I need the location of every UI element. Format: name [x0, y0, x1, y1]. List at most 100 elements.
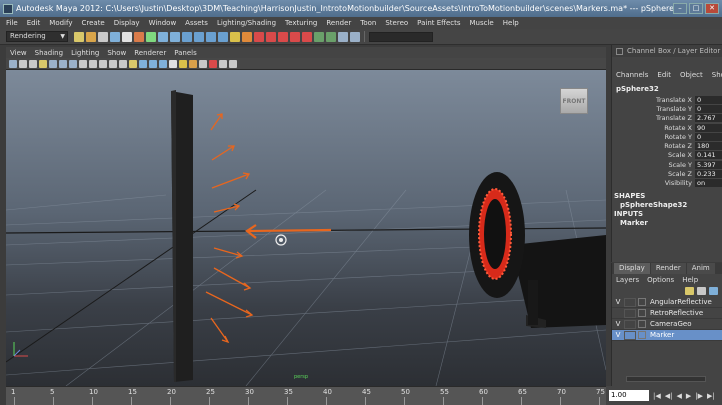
- panel-menu-shading[interactable]: Shading: [35, 49, 63, 57]
- menu-muscle[interactable]: Muscle: [470, 19, 494, 27]
- attribute-value-field[interactable]: 0: [695, 95, 722, 104]
- view-cube[interactable]: FRONT: [560, 88, 588, 114]
- attribute-row[interactable]: Scale Z 0.233: [612, 169, 722, 179]
- menu-render[interactable]: Render: [326, 19, 351, 27]
- layer-row[interactable]: V CameraGeo: [612, 319, 722, 330]
- attribute-value-field[interactable]: 2.767: [695, 114, 722, 123]
- move-layer-up-icon[interactable]: [685, 287, 694, 295]
- layer-color-swatch[interactable]: [638, 331, 646, 339]
- new-layer-icon[interactable]: [697, 287, 706, 295]
- panel-tool-icon[interactable]: [89, 59, 97, 68]
- layer-menu-options[interactable]: Options: [647, 276, 674, 284]
- cb-menu-edit[interactable]: Edit: [657, 71, 671, 79]
- layer-row[interactable]: V Marker: [612, 330, 722, 341]
- current-frame-field[interactable]: 1.00: [609, 390, 649, 401]
- panel-menu-lighting[interactable]: Lighting: [71, 49, 99, 57]
- menu-paint-effects[interactable]: Paint Effects: [417, 19, 460, 27]
- attribute-value-field[interactable]: 0.141: [695, 151, 722, 160]
- input-node[interactable]: Marker: [612, 219, 722, 228]
- menu-lighting-shading[interactable]: Lighting/Shading: [217, 19, 276, 27]
- attribute-value-field[interactable]: 0: [695, 104, 722, 113]
- panel-tool-icon[interactable]: [159, 59, 167, 68]
- toolbar-tool-icon[interactable]: [206, 31, 216, 42]
- toolbar-tool-icon[interactable]: [122, 31, 132, 42]
- menu-file[interactable]: File: [6, 19, 18, 27]
- toolbar-tool-icon[interactable]: [230, 31, 240, 42]
- toolbar-tool-icon[interactable]: [290, 31, 300, 42]
- attribute-row[interactable]: Scale X 0.141: [612, 151, 722, 160]
- panel-tool-icon[interactable]: [139, 59, 147, 68]
- play-forward-button[interactable]: ▶: [686, 392, 691, 400]
- tab-render[interactable]: Render: [650, 263, 686, 274]
- play-backward-button[interactable]: ◀: [677, 392, 682, 400]
- layer-row[interactable]: V AngularReflective: [612, 297, 722, 308]
- toolbar-tool-icon[interactable]: [278, 31, 288, 42]
- toolbar-tool-icon[interactable]: [194, 31, 204, 42]
- menu-help[interactable]: Help: [503, 19, 519, 27]
- layer-scrollbar[interactable]: [626, 376, 706, 382]
- menu-texturing[interactable]: Texturing: [285, 19, 317, 27]
- toolbar-tool-icon[interactable]: [182, 31, 192, 42]
- attribute-value-field[interactable]: 180: [695, 142, 722, 151]
- attribute-value-field[interactable]: 0.233: [695, 170, 722, 179]
- panel-tool-icon[interactable]: [219, 59, 227, 68]
- close-button[interactable]: ✕: [705, 3, 719, 14]
- step-forward-key-button[interactable]: |▶: [695, 392, 703, 400]
- panel-menu-panels[interactable]: Panels: [174, 49, 197, 57]
- attribute-value-field[interactable]: on: [695, 179, 722, 188]
- layer-visibility-toggle[interactable]: V: [612, 298, 624, 306]
- go-to-end-button[interactable]: ▶|: [707, 392, 715, 400]
- layer-type-toggle[interactable]: [624, 330, 636, 340]
- cb-menu-show[interactable]: Show: [712, 71, 722, 79]
- panel-tool-icon[interactable]: [29, 59, 37, 68]
- panel-tool-icon[interactable]: [209, 59, 217, 68]
- panel-tool-icon[interactable]: [229, 59, 237, 68]
- layer-menu-layers[interactable]: Layers: [616, 276, 639, 284]
- layer-color-swatch[interactable]: [638, 320, 646, 328]
- tab-display[interactable]: Display: [614, 263, 650, 274]
- menu-modify[interactable]: Modify: [49, 19, 72, 27]
- toolbar-tool-icon[interactable]: [266, 31, 276, 42]
- step-back-key-button[interactable]: ◀|: [665, 392, 673, 400]
- panel-tool-icon[interactable]: [179, 59, 187, 68]
- toolbar-tool-icon[interactable]: [158, 31, 168, 42]
- toolbar-tool-icon[interactable]: [134, 31, 144, 42]
- toolbar-tool-icon[interactable]: [146, 31, 156, 42]
- attribute-row[interactable]: Visibility on: [612, 179, 722, 188]
- panel-tool-icon[interactable]: [199, 59, 207, 68]
- layer-type-toggle[interactable]: [624, 319, 636, 329]
- toolbar-tool-icon[interactable]: [242, 31, 252, 42]
- menu-set-dropdown[interactable]: Rendering ▼: [6, 31, 68, 42]
- layer-type-toggle[interactable]: [624, 308, 636, 318]
- panel-tool-icon[interactable]: [9, 59, 17, 68]
- panel-tool-icon[interactable]: [49, 59, 57, 68]
- toolbar-tool-icon[interactable]: [218, 31, 228, 42]
- attribute-row[interactable]: Rotate Y0: [612, 132, 722, 141]
- attribute-value-field[interactable]: 90: [695, 123, 722, 132]
- attribute-row[interactable]: Rotate X 90: [612, 123, 722, 132]
- panel-grip-icon[interactable]: [616, 47, 623, 55]
- toolbar-tool-icon[interactable]: [254, 31, 264, 42]
- attribute-row[interactable]: Rotate Z 180: [612, 141, 722, 151]
- toolbar-tool-icon[interactable]: [314, 31, 324, 42]
- panel-tool-icon[interactable]: [79, 59, 87, 68]
- attribute-value-field[interactable]: 5.397: [695, 160, 722, 169]
- panel-tool-icon[interactable]: [169, 59, 177, 68]
- cb-menu-channels[interactable]: Channels: [616, 71, 648, 79]
- menu-edit[interactable]: Edit: [27, 19, 41, 27]
- perspective-viewport[interactable]: FRONT persp: [6, 70, 606, 386]
- shape-node[interactable]: pSphereShape32: [612, 201, 722, 210]
- attribute-row[interactable]: Translate X0: [612, 95, 722, 104]
- panel-tool-icon[interactable]: [189, 59, 197, 68]
- menu-window[interactable]: Window: [149, 19, 177, 27]
- attribute-value-field[interactable]: 0: [695, 132, 722, 141]
- maximize-button[interactable]: □: [689, 3, 703, 14]
- cb-menu-object[interactable]: Object: [680, 71, 703, 79]
- attribute-row[interactable]: Translate Y0: [612, 104, 722, 113]
- panel-menu-view[interactable]: View: [10, 49, 27, 57]
- layer-visibility-toggle[interactable]: V: [612, 320, 624, 328]
- toolbar-tool-icon[interactable]: [170, 31, 180, 42]
- tab-anim[interactable]: Anim: [686, 263, 715, 274]
- toolbar-tool-icon[interactable]: [302, 31, 312, 42]
- go-to-start-button[interactable]: |◀: [653, 392, 661, 400]
